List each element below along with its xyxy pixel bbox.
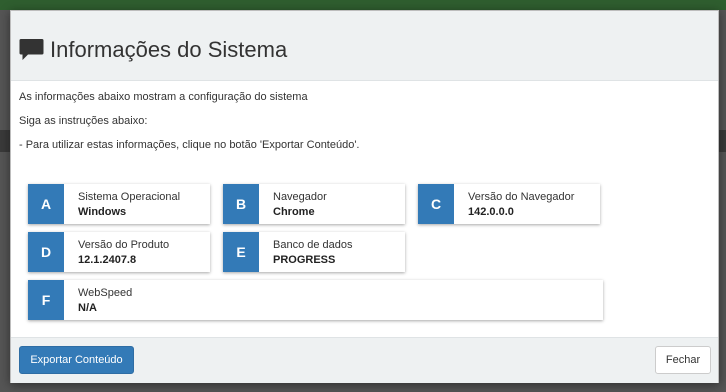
card-label: Versão do Navegador (468, 191, 575, 203)
card-value: 142.0.0.0 (468, 206, 514, 218)
card-letter-badge: B (223, 184, 259, 224)
info-card-webspeed: F WebSpeed N/A (28, 280, 603, 320)
background-page-bar (0, 130, 10, 152)
intro-line-2: Siga as instruções abaixo: (19, 115, 148, 127)
card-letter-badge: E (223, 232, 259, 272)
background-top-strip (0, 0, 726, 10)
card-label: Banco de dados (273, 239, 353, 251)
comment-icon (19, 39, 44, 60)
dialog-title-text: Informações do Sistema (50, 37, 288, 62)
card-letter-badge: F (28, 280, 64, 320)
card-value: N/A (78, 302, 97, 314)
dialog-title: Informações do Sistema (19, 37, 287, 63)
card-letter-badge: A (28, 184, 64, 224)
card-label: Sistema Operacional (78, 191, 181, 203)
card-letter-badge: C (418, 184, 454, 224)
card-letter-badge: D (28, 232, 64, 272)
info-card-product-version: D Versão do Produto 12.1.2407.8 (28, 232, 210, 272)
card-value: 12.1.2407.8 (78, 254, 137, 266)
info-card-browser: B Navegador Chrome (223, 184, 405, 224)
system-info-dialog: Informações do Sistema As informações ab… (10, 10, 719, 383)
background-page-bar (718, 130, 726, 152)
dialog-footer: Exportar Conteúdo Fechar (11, 337, 718, 383)
info-card-browser-version: C Versão do Navegador 142.0.0.0 (418, 184, 600, 224)
dialog-header: Informações do Sistema (11, 11, 718, 81)
close-button[interactable]: Fechar (655, 346, 711, 374)
card-value: Chrome (273, 206, 315, 218)
export-content-button[interactable]: Exportar Conteúdo (19, 346, 134, 374)
card-value: PROGRESS (273, 254, 336, 266)
card-value: Windows (78, 206, 127, 218)
info-card-database: E Banco de dados PROGRESS (223, 232, 405, 272)
card-label: WebSpeed (78, 287, 133, 299)
card-label: Versão do Produto (78, 239, 170, 251)
intro-line-3: - Para utilizar estas informações, cliqu… (19, 139, 360, 151)
dialog-body: As informações abaixo mostram a configur… (11, 81, 718, 337)
card-label: Navegador (273, 191, 327, 203)
info-card-operating-system: A Sistema Operacional Windows (28, 184, 210, 224)
intro-line-1: As informações abaixo mostram a configur… (19, 91, 308, 103)
